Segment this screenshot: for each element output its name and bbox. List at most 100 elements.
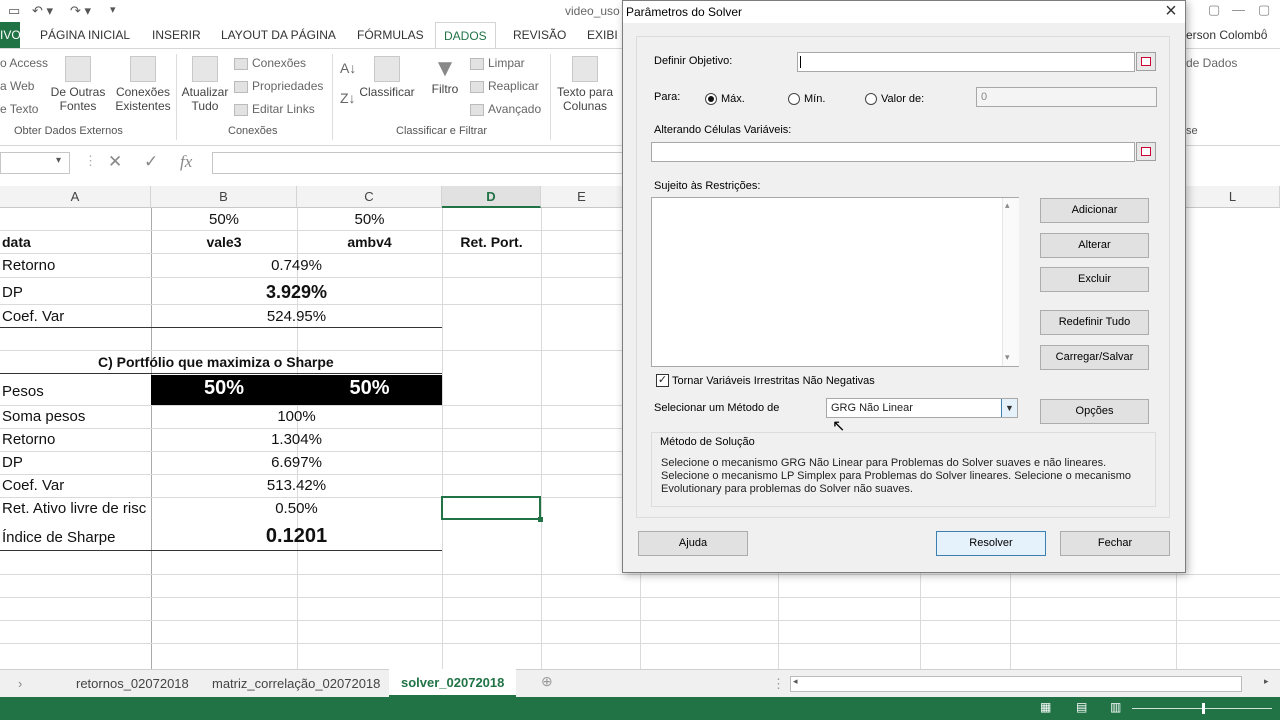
tab-split-icon[interactable]: ⋮ <box>772 676 785 692</box>
cell-b4[interactable]: 3.929% <box>151 282 442 303</box>
help-button[interactable]: Ajuda <box>638 531 748 556</box>
section-title[interactable]: C) Portfólio que maximiza o Sharpe <box>98 354 334 370</box>
column-header-d[interactable]: D <box>442 186 541 208</box>
cell-rf-value[interactable]: 0.50% <box>151 500 442 517</box>
selected-cell[interactable] <box>441 496 541 520</box>
advanced-button[interactable]: Avançado <box>470 102 541 116</box>
changing-cells-ref-icon[interactable] <box>1136 142 1156 161</box>
tab-page-layout[interactable]: LAYOUT DA PÁGINA <box>221 28 336 42</box>
value-of-radio[interactable] <box>865 93 877 105</box>
cell-soma-label[interactable]: Soma pesos <box>2 408 85 425</box>
sort-za-icon[interactable]: Z↓ <box>340 90 356 106</box>
cell-b3[interactable]: 0.749% <box>151 257 442 274</box>
close-icon[interactable]: × <box>1160 0 1182 23</box>
cell-sharpe-value[interactable]: 0.1201 <box>151 525 442 548</box>
cell-pesos-c[interactable]: 50% <box>297 375 442 405</box>
scroll-left-icon[interactable]: ◂ <box>793 676 798 687</box>
cell-c1[interactable]: 50% <box>297 211 442 228</box>
max-label[interactable]: Máx. <box>721 93 745 105</box>
chevron-down-icon[interactable]: ▼ <box>1001 399 1017 417</box>
cell-c2[interactable]: ambv4 <box>297 234 442 250</box>
load-save-button[interactable]: Carregar/Salvar <box>1040 345 1149 370</box>
column-header-a[interactable]: A <box>0 186 151 208</box>
column-header-b[interactable]: B <box>151 186 297 208</box>
enter-icon[interactable]: ✓ <box>144 152 158 172</box>
cell-dp2-value[interactable]: 6.697% <box>151 454 442 471</box>
existing-connections-button[interactable]: Conexões Existentes <box>114 56 172 113</box>
sheet-tab-retornos[interactable]: retornos_02072018 <box>76 676 189 691</box>
user-name[interactable]: erson Colombo <box>1186 28 1267 42</box>
reset-all-button[interactable]: Redefinir Tudo <box>1040 310 1149 335</box>
cell-a3[interactable]: Retorno <box>2 257 55 274</box>
objective-input[interactable] <box>797 52 1135 72</box>
zoom-slider-thumb[interactable] <box>1202 703 1205 714</box>
tab-data[interactable]: DADOS <box>435 22 496 49</box>
options-button[interactable]: Opções <box>1040 399 1149 424</box>
undo-icon[interactable]: ↶ ▾ <box>32 3 53 19</box>
restore-icon[interactable]: ▢ <box>1208 2 1220 18</box>
cell-retorno2-label[interactable]: Retorno <box>2 431 55 448</box>
max-radio[interactable] <box>705 93 717 105</box>
properties-button[interactable]: Propriedades <box>234 79 323 93</box>
close-button[interactable]: Fechar <box>1060 531 1170 556</box>
add-sheet-icon[interactable]: ⊕ <box>541 673 553 690</box>
cell-coef2-value[interactable]: 513.42% <box>151 477 442 494</box>
cell-d2[interactable]: Ret. Port. <box>442 234 541 250</box>
nonneg-label[interactable]: Tornar Variáveis Irrestritas Não Negativ… <box>672 375 875 387</box>
cell-a4[interactable]: DP <box>2 284 23 301</box>
window-box-icon[interactable]: ▢ <box>1258 2 1270 18</box>
cell-pesos-b[interactable]: 50% <box>151 375 297 405</box>
cell-retorno2-value[interactable]: 1.304% <box>151 431 442 448</box>
text-to-columns-button[interactable]: Texto para Colunas <box>554 56 616 113</box>
page-break-view-icon[interactable]: ▥ <box>1110 700 1121 714</box>
cell-rf-label[interactable]: Ret. Ativo livre de risc <box>2 500 151 517</box>
other-sources-button[interactable]: De Outras Fontes <box>48 56 108 113</box>
cell-soma-value[interactable]: 100% <box>151 408 442 425</box>
cell-a2[interactable]: data <box>2 234 31 250</box>
changing-cells-input[interactable] <box>651 142 1135 162</box>
cell-pesos-label[interactable]: Pesos <box>2 383 44 400</box>
column-header-l[interactable]: L <box>1186 186 1280 208</box>
column-header-c[interactable]: C <box>297 186 442 208</box>
tab-insert[interactable]: INSERIR <box>152 28 201 42</box>
connections-button[interactable]: Conexões <box>234 56 306 70</box>
cell-sharpe-label[interactable]: Índice de Sharpe <box>2 529 115 546</box>
edit-links-button[interactable]: Editar Links <box>234 102 315 116</box>
scroll-up-icon[interactable]: ▴ <box>1005 200 1010 211</box>
fill-handle[interactable] <box>538 517 543 522</box>
cell-b1[interactable]: 50% <box>151 211 297 228</box>
minimize-icon[interactable]: — <box>1232 2 1245 17</box>
normal-view-icon[interactable]: ▦ <box>1040 700 1051 714</box>
page-layout-view-icon[interactable]: ▤ <box>1076 700 1087 714</box>
delete-button[interactable]: Excluir <box>1040 267 1149 292</box>
constraints-list[interactable] <box>651 197 1019 367</box>
data-tools-button[interactable]: de Dados <box>1186 56 1237 70</box>
name-box-dropdown-icon[interactable]: ▾ <box>56 155 61 166</box>
tab-file[interactable]: IVO <box>0 22 21 48</box>
filter-button[interactable]: ▼ Filtro <box>426 56 464 97</box>
scroll-down-icon[interactable]: ▾ <box>1005 352 1010 363</box>
tab-review[interactable]: REVISÃO <box>513 28 566 42</box>
horizontal-scrollbar[interactable] <box>790 676 1242 692</box>
reapply-button[interactable]: Reaplicar <box>470 79 539 93</box>
min-label[interactable]: Mín. <box>804 93 825 105</box>
min-radio[interactable] <box>788 93 800 105</box>
from-text-button[interactable]: e Texto <box>0 102 38 116</box>
save-icon[interactable]: ▭ <box>8 3 20 19</box>
scroll-tabs-icon[interactable]: › <box>18 676 22 691</box>
cell-a5[interactable]: Coef. Var <box>2 308 64 325</box>
sort-az-icon[interactable]: A↓ <box>340 60 356 76</box>
column-header-e[interactable]: E <box>541 186 623 208</box>
tab-home[interactable]: PÁGINA INICIAL <box>40 28 130 42</box>
cell-dp2-label[interactable]: DP <box>2 454 23 471</box>
collapse-ribbon-icon[interactable]: ^ <box>1262 28 1267 39</box>
customize-qa-icon[interactable]: ▾ <box>110 3 116 16</box>
sheet-tab-solver[interactable]: solver_02072018 <box>389 669 517 697</box>
formula-input[interactable] <box>212 152 634 174</box>
insert-function-icon[interactable]: fx <box>180 152 192 172</box>
scroll-right-icon[interactable]: ▸ <box>1264 676 1269 687</box>
tab-formulas[interactable]: FÓRMULAS <box>357 28 424 42</box>
sort-button[interactable]: Classificar <box>358 56 416 99</box>
method-dropdown[interactable]: GRG Não Linear <box>826 398 1018 418</box>
clear-button[interactable]: Limpar <box>470 56 525 70</box>
